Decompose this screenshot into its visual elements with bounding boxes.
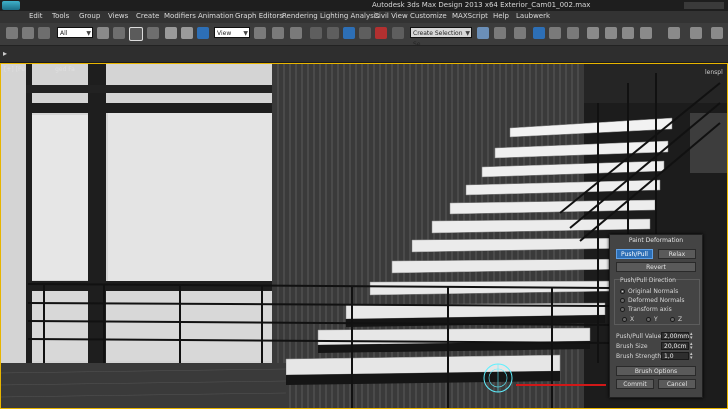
menu-views[interactable]: Views — [108, 12, 128, 20]
relax-button[interactable]: Relax — [658, 249, 696, 259]
keyboard-shortcut-icon[interactable] — [290, 27, 302, 39]
menu-tools[interactable]: Tools — [52, 12, 69, 20]
move-icon[interactable] — [165, 27, 177, 39]
commit-button[interactable]: Commit — [616, 379, 654, 389]
graphite-ribbon-icon[interactable] — [533, 27, 545, 39]
window-title: Autodesk 3ds Max Design 2013 x64 Exterio… — [372, 1, 591, 9]
paint-deformation-panel: Paint Deformation Push/Pull Relax Revert… — [609, 234, 703, 398]
select-object-icon[interactable] — [97, 27, 109, 39]
selection-filter-dropdown[interactable]: All ▼ — [57, 27, 93, 38]
deformed-normals-label: Deformed Normals — [628, 297, 685, 304]
named-selection-dropdown[interactable]: Create Selection Se ▼ — [410, 27, 472, 48]
original-normals-radio[interactable] — [620, 289, 625, 294]
curve-editor-icon[interactable] — [549, 27, 561, 39]
reference-coordinate-dropdown[interactable]: View ▼ — [214, 27, 250, 38]
edit-named-selection-icon[interactable] — [375, 27, 387, 39]
viewport-label[interactable]: [+] [Pe ged Fa — [4, 66, 75, 73]
menu-customize[interactable]: Customize — [410, 12, 447, 20]
pivot-center-icon[interactable] — [254, 27, 266, 39]
push-pull-spinner-icon[interactable]: ▴ ▾ — [690, 332, 694, 341]
chevron-down-icon: ▼ — [86, 30, 91, 37]
extra-tool-icon[interactable] — [668, 27, 680, 39]
title-bar: Autodesk 3ds Max Design 2013 x64 Exterio… — [0, 0, 728, 11]
ref-coord-value: View — [217, 30, 232, 37]
transform-axis-label: Transform axis — [628, 306, 672, 313]
deformed-normals-radio[interactable] — [620, 298, 625, 303]
menu-help[interactable]: Help — [493, 12, 509, 20]
chevron-down-icon: ▼ — [243, 30, 248, 37]
rendered-frame-icon[interactable] — [622, 27, 634, 39]
scale-icon[interactable] — [197, 27, 209, 39]
main-toolbar: All ▼ View ▼ Create Selection Se ▼ — [0, 23, 728, 48]
redo-icon[interactable] — [22, 27, 34, 39]
extra-tool-3-icon[interactable] — [711, 27, 723, 39]
named-selection-icon[interactable] — [392, 27, 404, 39]
brush-strength-spinner-icon[interactable]: ▴ ▾ — [690, 352, 694, 361]
transform-axis-radio[interactable] — [620, 307, 625, 312]
angle-snap-icon[interactable] — [327, 27, 339, 39]
revert-button[interactable]: Revert — [616, 262, 696, 272]
brush-size-field[interactable]: 20,0cm — [661, 342, 689, 350]
chevron-down-icon: ▼ — [465, 30, 470, 37]
schematic-view-icon[interactable] — [567, 27, 579, 39]
menu-civil-view[interactable]: Civil View — [374, 12, 408, 20]
brush-options-button[interactable]: Brush Options — [616, 366, 696, 376]
search-field[interactable] — [684, 2, 724, 9]
layer-manager-icon[interactable] — [514, 27, 526, 39]
viewport-label-text: [+] [Pe — [4, 66, 26, 73]
extra-tool-2-icon[interactable] — [690, 27, 702, 39]
brush-size-spinner-icon[interactable]: ▴ ▾ — [690, 342, 694, 351]
selection-filter-value: All — [60, 30, 68, 37]
push-pull-value-field[interactable]: 2,00mm — [661, 332, 689, 340]
original-normals-label: Original Normals — [628, 288, 679, 295]
push-pull-value-label: Push/Pull Value — [616, 333, 662, 340]
menu-lighting-analysis[interactable]: Lighting Analysis — [320, 12, 379, 20]
menu-create[interactable]: Create — [136, 12, 159, 20]
percent-snap-icon[interactable] — [343, 27, 355, 39]
select-manipulate-icon[interactable] — [272, 27, 284, 39]
brush-strength-label: Brush Strength — [616, 353, 662, 360]
axis-y-radio[interactable] — [646, 317, 651, 322]
axis-z-radio[interactable] — [670, 317, 675, 322]
align-icon[interactable] — [494, 27, 506, 39]
cancel-button[interactable]: Cancel — [658, 379, 696, 389]
select-by-name-icon[interactable] — [113, 27, 125, 39]
menu-edit[interactable]: Edit — [29, 12, 43, 20]
menu-animation[interactable]: Animation — [198, 12, 234, 20]
menu-group[interactable]: Group — [79, 12, 100, 20]
menu-maxscript[interactable]: MAXScript — [452, 12, 488, 20]
rectangular-selection-icon[interactable] — [129, 27, 143, 41]
menu-modifiers[interactable]: Modifiers — [164, 12, 196, 20]
select-link-icon[interactable] — [38, 27, 50, 39]
menu-laubwerk[interactable]: Laubwerk — [516, 12, 550, 20]
menu-bar: Edit Tools Group Views Create Modifiers … — [0, 11, 728, 23]
viewport-shading-label[interactable]: ged Fa — [55, 66, 75, 73]
undo-icon[interactable] — [6, 27, 18, 39]
spinner-snap-icon[interactable] — [359, 27, 371, 39]
panel-title: Paint Deformation — [628, 237, 684, 244]
app-logo-icon[interactable] — [2, 1, 20, 10]
window-crossing-icon[interactable] — [147, 27, 159, 39]
push-pull-button[interactable]: Push/Pull — [616, 249, 653, 259]
material-editor-icon[interactable] — [587, 27, 599, 39]
render-production-icon[interactable] — [640, 27, 652, 39]
axis-y-label: Y — [654, 316, 658, 323]
menu-rendering[interactable]: Rendering — [282, 12, 318, 20]
axis-z-label: Z — [678, 316, 683, 323]
direction-title: Push/Pull Direction — [620, 277, 676, 284]
mirror-icon[interactable] — [477, 27, 489, 39]
brush-strength-field[interactable]: 1,0 — [661, 352, 689, 360]
ribbon-strip: ▸ — [0, 46, 728, 63]
brush-size-label: Brush Size — [616, 343, 648, 350]
axis-x-radio[interactable] — [622, 317, 627, 322]
ribbon-toggle-icon[interactable]: ▸ — [3, 49, 12, 58]
snaps-toggle-icon[interactable] — [310, 27, 322, 39]
right-panel-hint: lenspl — [705, 69, 723, 76]
render-setup-icon[interactable] — [605, 27, 617, 39]
menu-graph-editors[interactable]: Graph Editors — [235, 12, 283, 20]
axis-x-label: X — [630, 316, 635, 323]
rotate-icon[interactable] — [181, 27, 193, 39]
